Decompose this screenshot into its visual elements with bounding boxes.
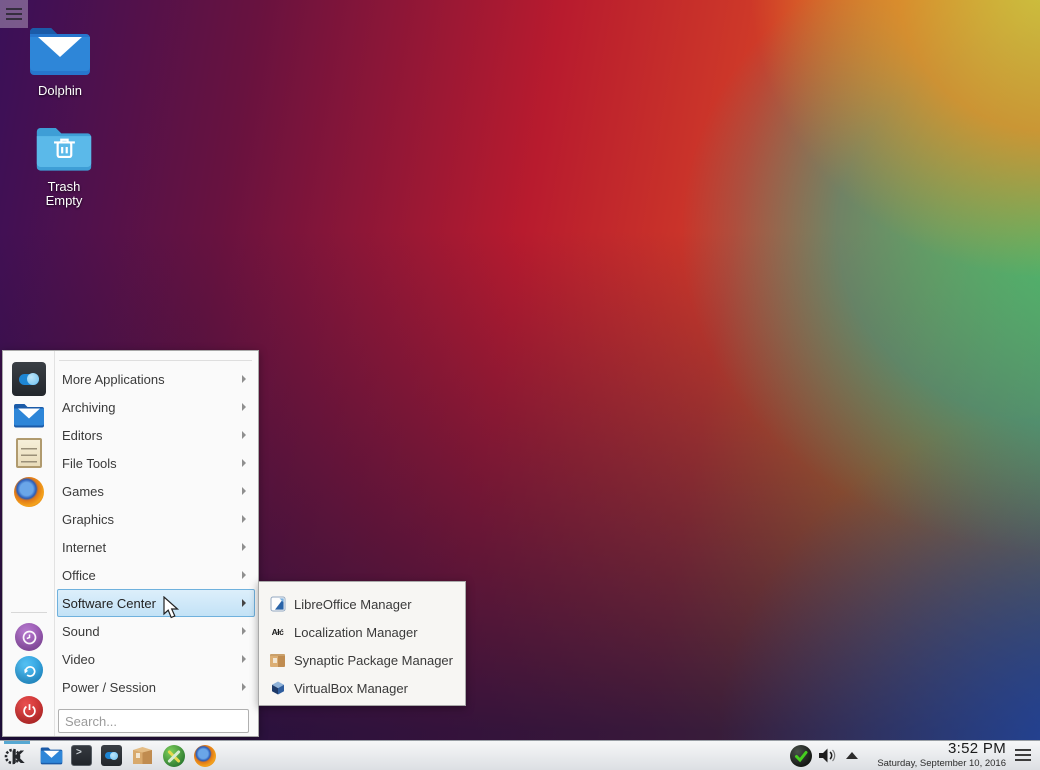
- menu-search-input[interactable]: [58, 709, 249, 733]
- menu-category-power-session[interactable]: Power / Session: [57, 673, 255, 701]
- restart-button[interactable]: [15, 656, 43, 684]
- package-manager-launcher[interactable]: [132, 746, 153, 770]
- chevron-right-icon: [242, 683, 246, 691]
- synaptic-icon: [270, 654, 285, 667]
- system-settings-icon[interactable]: [12, 362, 46, 396]
- menu-category-label: Internet: [62, 540, 242, 555]
- text-editor-icon[interactable]: [16, 438, 42, 468]
- power-icon: [21, 702, 38, 719]
- menu-category-office[interactable]: Office: [57, 561, 255, 589]
- clock-lock-icon: [21, 629, 38, 646]
- clock-time: 3:52 PM: [877, 741, 1006, 756]
- chevron-right-icon: [242, 543, 246, 551]
- menu-category-video[interactable]: Video: [57, 645, 255, 673]
- trash-folder-icon: [35, 122, 93, 172]
- shutdown-button[interactable]: [15, 696, 43, 724]
- menu-category-label: Editors: [62, 428, 242, 443]
- submenu-item-libreoffice-manager[interactable]: LibreOffice Manager: [259, 590, 465, 618]
- chevron-right-icon: [242, 431, 246, 439]
- file-manager-icon: [40, 745, 63, 765]
- submenu-item-label: LibreOffice Manager: [294, 597, 412, 612]
- dolphin-folder-icon: [28, 22, 92, 76]
- restart-icon: [21, 662, 38, 679]
- firefox-icon[interactable]: [14, 477, 44, 507]
- software-tools-launcher[interactable]: [163, 745, 185, 767]
- firefox-launcher[interactable]: [194, 745, 216, 767]
- chevron-right-icon: [242, 599, 246, 607]
- chevron-right-icon: [242, 515, 246, 523]
- submenu-item-label: VirtualBox Manager: [294, 681, 408, 696]
- menu-category-label: File Tools: [62, 456, 242, 471]
- file-manager-launcher[interactable]: [40, 745, 63, 770]
- svg-text:K: K: [11, 748, 25, 768]
- chevron-right-icon: [242, 375, 246, 383]
- chevron-right-icon: [242, 403, 246, 411]
- virtualbox-icon: [269, 680, 286, 697]
- clock-date: Saturday, September 10, 2016: [877, 759, 1006, 769]
- system-settings-launcher[interactable]: [101, 745, 122, 766]
- sidebar-separator: [11, 612, 47, 613]
- menu-category-label: Archiving: [62, 400, 242, 415]
- toggle-icon: [105, 752, 118, 759]
- chevron-right-icon: [242, 459, 246, 467]
- package-box-icon: [132, 746, 153, 765]
- menu-category-sound[interactable]: Sound: [57, 617, 255, 645]
- menu-category-software-center[interactable]: Software Center: [57, 589, 255, 617]
- menu-category-list: More Applications Archiving Editors File…: [57, 365, 255, 701]
- check-icon: [792, 747, 810, 765]
- menu-category-games[interactable]: Games: [57, 477, 255, 505]
- menu-category-more-applications[interactable]: More Applications: [57, 365, 255, 393]
- menu-category-archiving[interactable]: Archiving: [57, 393, 255, 421]
- kde-menu-button[interactable]: K: [4, 744, 28, 770]
- expand-tray-button[interactable]: [846, 752, 858, 759]
- chevron-right-icon: [242, 655, 246, 663]
- libreoffice-icon: [269, 596, 286, 613]
- desktop-icon-label: Trash: [12, 180, 116, 194]
- menu-sidebar: [3, 351, 55, 736]
- hamburger-icon: [6, 8, 22, 10]
- menu-category-label: Video: [62, 652, 242, 667]
- submenu-item-label: Localization Manager: [294, 625, 418, 640]
- menu-category-graphics[interactable]: Graphics: [57, 505, 255, 533]
- speaker-icon: [818, 747, 837, 764]
- terminal-launcher[interactable]: >: [71, 745, 92, 766]
- desktop-icon-trash[interactable]: Trash Empty: [12, 122, 116, 208]
- software-center-submenu: LibreOffice Manager Ałć Localization Man…: [258, 581, 466, 706]
- submenu-item-synaptic-package-manager[interactable]: Synaptic Package Manager: [259, 646, 465, 674]
- menu-category-label: Sound: [62, 624, 242, 639]
- submenu-item-virtualbox-manager[interactable]: VirtualBox Manager: [259, 674, 465, 702]
- updates-ok-tray-icon[interactable]: [790, 745, 812, 767]
- application-menu: More Applications Archiving Editors File…: [2, 350, 259, 737]
- chevron-right-icon: [242, 627, 246, 635]
- submenu-item-localization-manager[interactable]: Ałć Localization Manager: [259, 618, 465, 646]
- desktop: Dolphin Trash Empty: [0, 0, 1040, 770]
- menu-category-internet[interactable]: Internet: [57, 533, 255, 561]
- menu-category-editors[interactable]: Editors: [57, 421, 255, 449]
- chevron-right-icon: [242, 571, 246, 579]
- file-manager-icon[interactable]: [13, 401, 45, 428]
- desktop-icon-dolphin[interactable]: Dolphin: [8, 22, 112, 98]
- hamburger-icon: [1015, 749, 1031, 751]
- panel-menu-button[interactable]: [1015, 749, 1031, 761]
- menu-category-label: Power / Session: [62, 680, 242, 695]
- menu-category-label: Graphics: [62, 512, 242, 527]
- localization-icon: Ałć: [269, 624, 286, 641]
- menu-category-label: Software Center: [62, 596, 242, 611]
- submenu-item-label: Synaptic Package Manager: [294, 653, 453, 668]
- menu-category-label: More Applications: [62, 372, 242, 387]
- kde-gear-k-icon: K: [4, 744, 28, 768]
- menu-top-separator: [59, 360, 252, 361]
- chevron-right-icon: [242, 487, 246, 495]
- clock[interactable]: 3:52 PM Saturday, September 10, 2016: [877, 741, 1006, 769]
- desktop-icon-label2: Empty: [12, 194, 116, 208]
- desktop-icon-label: Dolphin: [8, 84, 112, 98]
- terminal-prompt-icon: >: [76, 747, 82, 758]
- lock-session-button[interactable]: [15, 623, 43, 651]
- menu-category-label: Office: [62, 568, 242, 583]
- menu-category-file-tools[interactable]: File Tools: [57, 449, 255, 477]
- menu-category-label: Games: [62, 484, 242, 499]
- volume-tray-icon[interactable]: [818, 747, 837, 769]
